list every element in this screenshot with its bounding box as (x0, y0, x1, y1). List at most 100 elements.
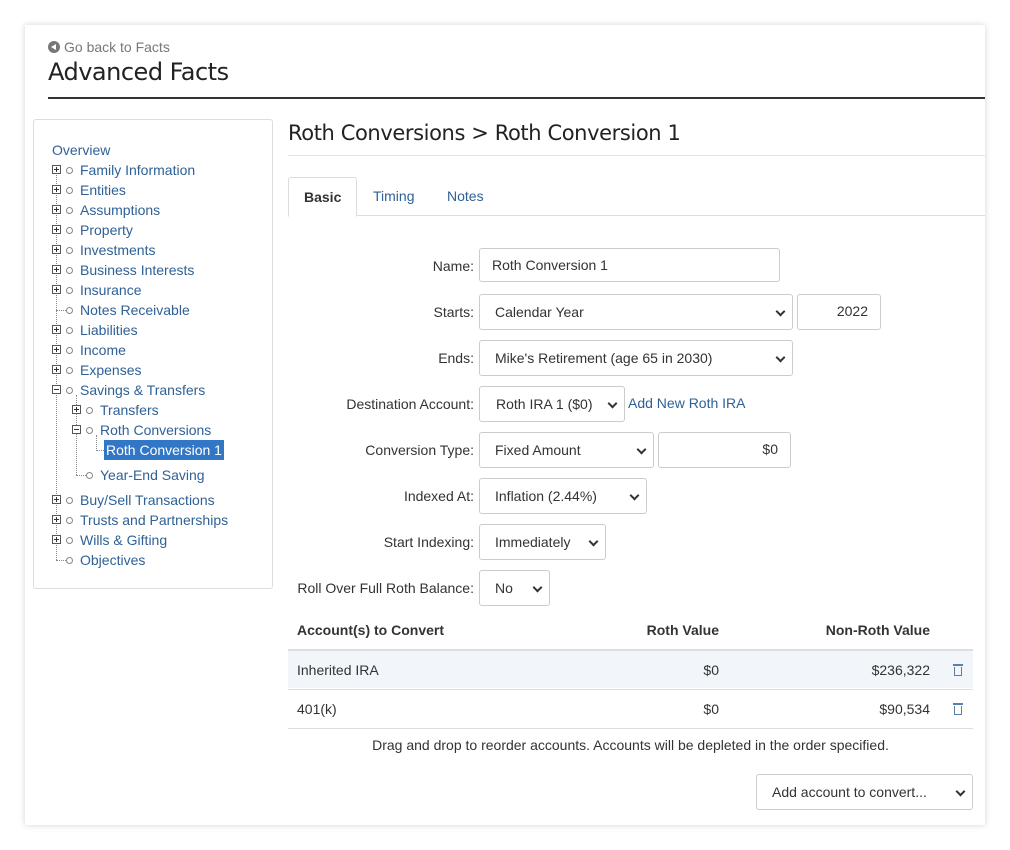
indexed-at-label: Indexed At: (403, 488, 474, 504)
tab-timing[interactable]: Timing (358, 177, 430, 216)
expand-icon[interactable] (52, 325, 61, 334)
tree-item-expenses[interactable]: Expenses (52, 360, 252, 380)
back-to-facts-link[interactable]: Go back to Facts (48, 39, 170, 55)
tree-item-overview[interactable]: Overview (52, 140, 110, 160)
chevron-down-icon (775, 306, 786, 317)
expand-icon[interactable] (52, 165, 61, 174)
tree-item-property[interactable]: Property (52, 220, 252, 240)
node-icon (66, 247, 73, 254)
add-account-select[interactable]: Add account to convert... (756, 774, 973, 810)
node-icon (66, 327, 73, 334)
node-icon (66, 557, 73, 564)
node-icon (66, 537, 73, 544)
table-row[interactable]: 401(k) $0 $90,534 (288, 689, 973, 728)
name-field[interactable]: Roth Conversion 1 (479, 248, 780, 282)
tree-item-assumptions[interactable]: Assumptions (52, 200, 252, 220)
start-indexing-select[interactable]: Immediately (479, 524, 606, 560)
tab-basic[interactable]: Basic (288, 177, 358, 217)
start-indexing-value: Immediately (495, 534, 571, 550)
node-icon (66, 207, 73, 214)
tree-item-entities[interactable]: Entities (52, 180, 252, 200)
ends-select-value: Mike's Retirement (age 65 in 2030) (495, 350, 713, 366)
back-link-label: Go back to Facts (64, 39, 170, 55)
page-title: Advanced Facts (48, 58, 229, 86)
tree-item-roth-conversion-1[interactable]: Roth Conversion 1 (96, 440, 256, 460)
expand-icon[interactable] (52, 285, 61, 294)
tree-item-year-end[interactable]: Year-End Saving (72, 465, 252, 485)
tree-item-roth-conversions[interactable]: Roth Conversions (72, 420, 252, 440)
expand-icon[interactable] (52, 205, 61, 214)
account-cell: Inherited IRA (297, 662, 379, 678)
tree-label: Trusts and Partnerships (80, 512, 229, 528)
rollover-label: Roll Over Full Roth Balance: (297, 580, 474, 596)
tree-connector (56, 560, 66, 561)
tab-notes[interactable]: Notes (432, 177, 499, 216)
start-indexing-label: Start Indexing: (383, 534, 474, 550)
starts-label: Starts: (433, 304, 474, 320)
reorder-hint: Drag and drop to reorder accounts. Accou… (372, 737, 889, 753)
rollover-value: No (495, 580, 513, 596)
node-icon (86, 472, 93, 479)
sidebar-nav: Overview Family Information Entities Ass… (33, 119, 273, 589)
table-row[interactable]: Inherited IRA $0 $236,322 (288, 649, 973, 688)
tree-label: Transfers (100, 402, 159, 418)
tree-item-transfers[interactable]: Transfers (72, 400, 252, 420)
tree-label: Entities (80, 182, 126, 198)
starts-select[interactable]: Calendar Year (479, 294, 793, 330)
node-icon (86, 407, 93, 414)
tree-item-trusts[interactable]: Trusts and Partnerships (52, 510, 252, 530)
tree-label: Overview (52, 142, 111, 158)
expand-icon[interactable] (52, 495, 61, 504)
tree-label: Income (80, 342, 126, 358)
tree-item-family[interactable]: Family Information (52, 160, 252, 180)
tree-label: Insurance (80, 282, 142, 298)
node-icon (66, 347, 73, 354)
tree-label: Expenses (80, 362, 142, 378)
tree-item-savings[interactable]: Savings & Transfers (52, 380, 252, 400)
tree-item-buy-sell[interactable]: Buy/Sell Transactions (52, 490, 252, 510)
chevron-down-icon (636, 444, 647, 455)
tree-label: Business Interests (80, 262, 195, 278)
rollover-select[interactable]: No (479, 570, 550, 606)
expand-icon[interactable] (52, 535, 61, 544)
starts-year-field[interactable]: 2022 (797, 294, 881, 330)
tree-label: Family Information (80, 162, 196, 178)
chevron-down-icon (955, 786, 966, 797)
expand-icon[interactable] (72, 405, 81, 414)
heading-divider (288, 155, 985, 156)
col-header-non-roth: Non-Roth Value (825, 622, 930, 638)
tree-label: Investments (80, 242, 156, 258)
tree-item-income[interactable]: Income (52, 340, 252, 360)
tree-label: Wills & Gifting (80, 532, 168, 548)
trash-icon[interactable] (953, 703, 963, 715)
starts-select-value: Calendar Year (495, 304, 584, 320)
tree-label: Savings & Transfers (80, 382, 206, 398)
expand-icon[interactable] (52, 345, 61, 354)
tree-item-liabilities[interactable]: Liabilities (52, 320, 252, 340)
expand-icon[interactable] (52, 265, 61, 274)
indexed-at-select[interactable]: Inflation (2.44%) (479, 478, 647, 514)
tree-item-insurance[interactable]: Insurance (52, 280, 252, 300)
ends-select[interactable]: Mike's Retirement (age 65 in 2030) (479, 340, 793, 376)
tree-item-investments[interactable]: Investments (52, 240, 252, 260)
expand-icon[interactable] (52, 245, 61, 254)
trash-icon[interactable] (953, 664, 963, 676)
tree-connector (56, 310, 66, 311)
tree-item-wills[interactable]: Wills & Gifting (52, 530, 252, 550)
conversion-type-value: Fixed Amount (495, 442, 581, 458)
conversion-amount-field[interactable]: $0 (658, 432, 791, 468)
expand-icon[interactable] (52, 365, 61, 374)
chevron-down-icon (532, 582, 543, 593)
expand-icon[interactable] (52, 515, 61, 524)
collapse-icon[interactable] (52, 385, 61, 394)
tree-item-business[interactable]: Business Interests (52, 260, 252, 280)
collapse-icon[interactable] (72, 425, 81, 434)
tree-item-objectives[interactable]: Objectives (52, 550, 252, 570)
non-roth-value-cell: $90,534 (879, 701, 930, 717)
tree-item-notes-receivable[interactable]: Notes Receivable (52, 300, 252, 320)
destination-select[interactable]: Roth IRA 1 ($0) (479, 386, 625, 422)
add-new-roth-ira-link[interactable]: Add New Roth IRA (628, 395, 746, 411)
expand-icon[interactable] (52, 225, 61, 234)
expand-icon[interactable] (52, 185, 61, 194)
conversion-type-select[interactable]: Fixed Amount (479, 432, 654, 468)
